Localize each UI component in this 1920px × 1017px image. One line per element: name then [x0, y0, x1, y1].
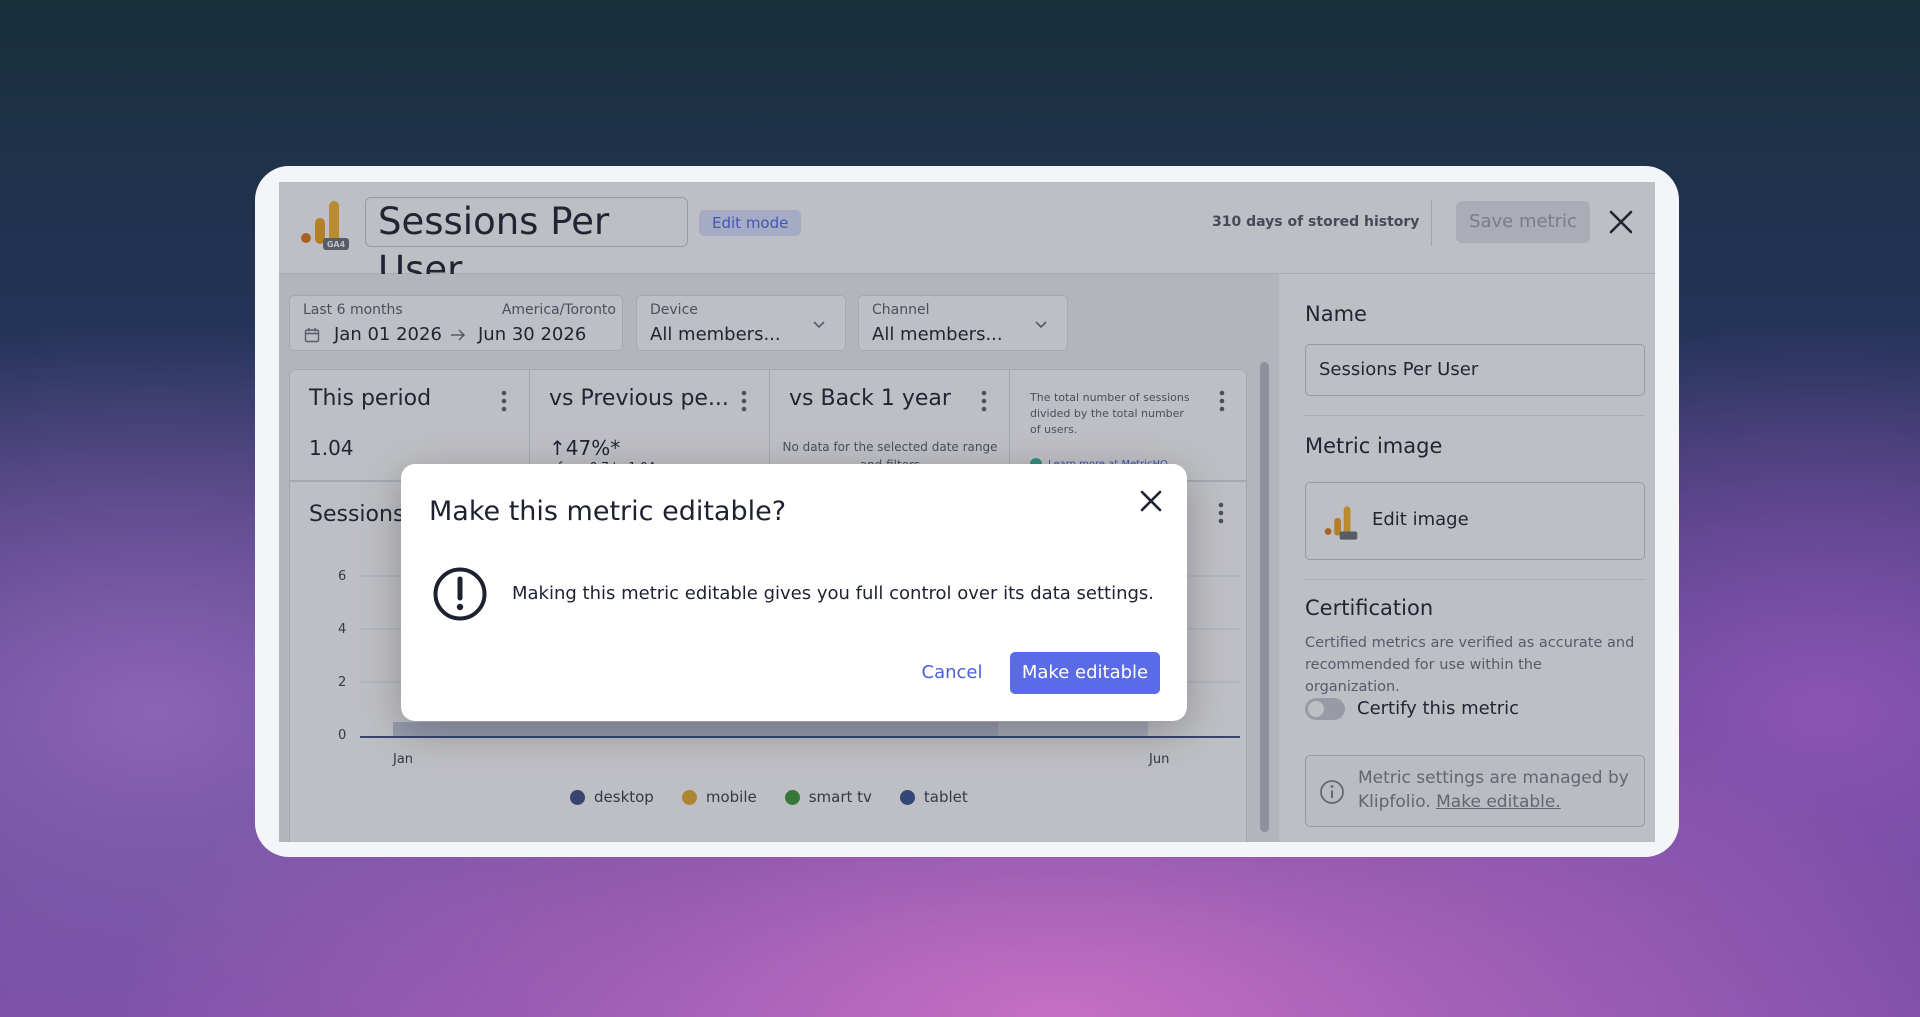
cancel-button[interactable]: Cancel [910, 652, 994, 694]
make-editable-button[interactable]: Make editable [1010, 652, 1160, 694]
dialog-message: Making this metric editable gives you fu… [512, 583, 1155, 604]
make-editable-dialog: Make this metric editable? Making this m… [401, 464, 1187, 721]
exclamation-icon [433, 567, 487, 621]
close-icon[interactable] [1139, 489, 1163, 513]
dialog-title: Make this metric editable? [429, 496, 787, 527]
